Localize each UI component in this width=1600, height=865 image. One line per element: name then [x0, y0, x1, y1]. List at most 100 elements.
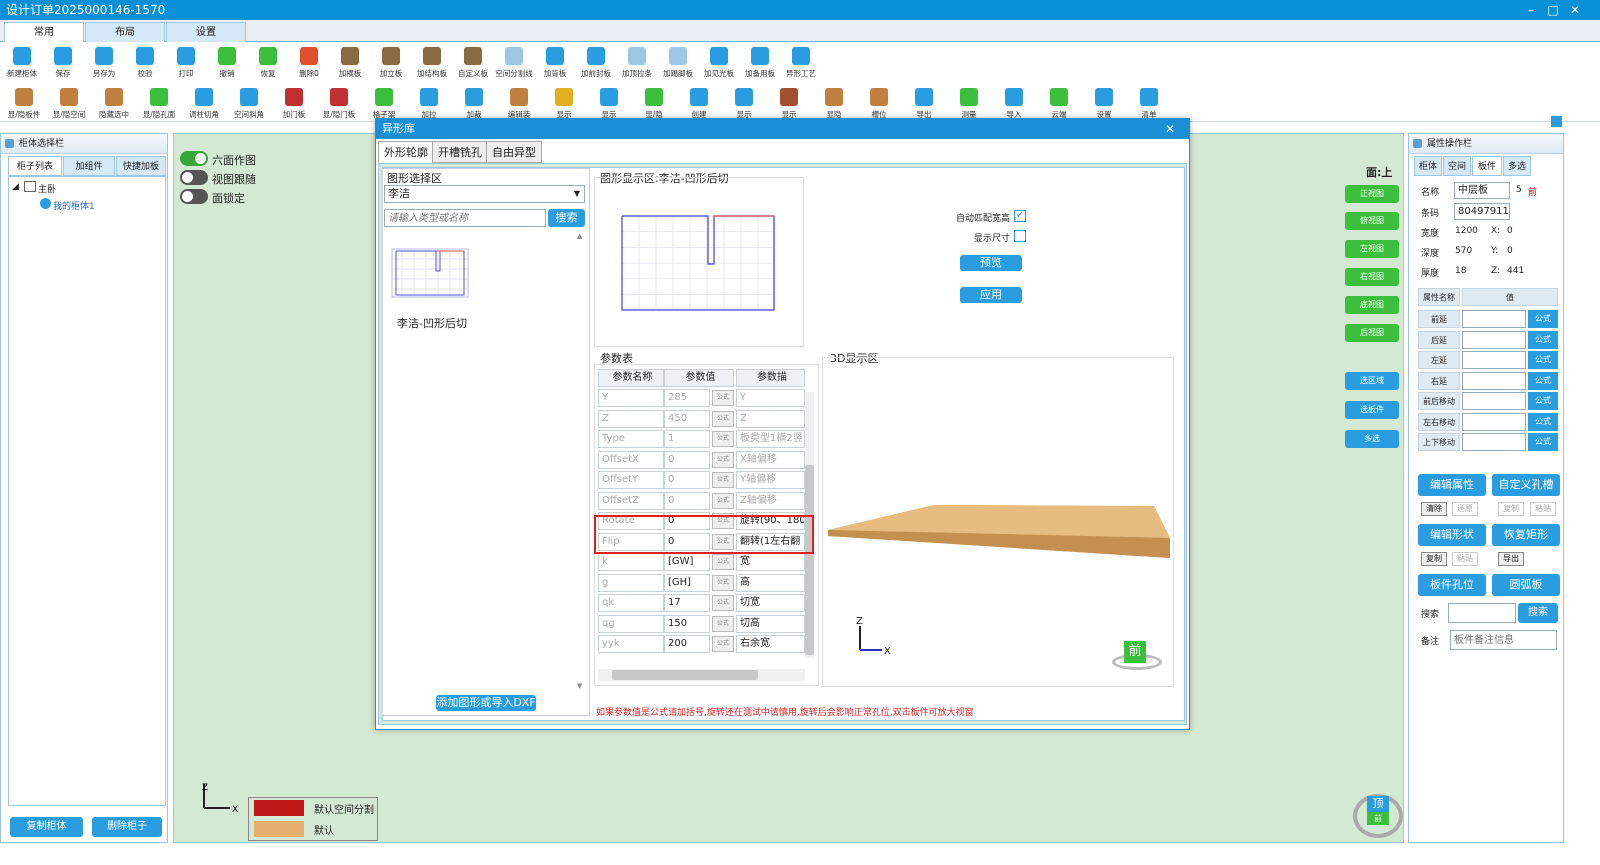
hole-position-button[interactable]: 板件孔位: [1418, 574, 1486, 596]
toolbar-button[interactable]: 撤销: [207, 47, 247, 79]
close-button[interactable]: ✕: [1564, 0, 1586, 20]
right-view-button[interactable]: 右视图: [1345, 268, 1399, 286]
toolbar-button[interactable]: 设置: [1084, 88, 1124, 120]
tab-multi[interactable]: 多选: [1503, 156, 1531, 176]
barcode-field[interactable]: 80497911: [1454, 203, 1510, 220]
toolbar-button[interactable]: 删除0: [289, 47, 329, 79]
param-formula-button[interactable]: 公式: [712, 451, 734, 468]
toolbar-button[interactable]: 加备用板: [740, 47, 780, 79]
shape-thumbnail[interactable]: [390, 245, 472, 301]
param-formula-button[interactable]: 公式: [712, 431, 734, 447]
toolbar-button[interactable]: 导入: [994, 88, 1034, 120]
param-value-input[interactable]: [GW]: [664, 553, 710, 571]
left-view-button[interactable]: 左视图: [1345, 240, 1399, 258]
param-value-input[interactable]: 0: [664, 450, 710, 469]
view-cube-front[interactable]: 前: [1367, 812, 1389, 825]
attr-value-input[interactable]: [1462, 351, 1526, 369]
toolbar-button[interactable]: 显示: [724, 88, 764, 120]
custom-hole-button[interactable]: 自定义孔槽: [1492, 474, 1560, 496]
tab-free-shape[interactable]: 自由异型: [486, 141, 542, 163]
toolbar-button[interactable]: 槽位: [859, 88, 899, 120]
toolbar-button[interactable]: 显/隐板件: [4, 88, 44, 120]
toolbar-button[interactable]: 加横板: [330, 47, 370, 79]
list-scroll-down-icon[interactable]: ▼: [577, 682, 582, 690]
attr-formula-button[interactable]: 公式: [1528, 351, 1558, 369]
minimize-button[interactable]: –: [1520, 0, 1542, 20]
attr-formula-button[interactable]: 公式: [1528, 433, 1558, 451]
toolbar-button[interactable]: 加裁: [454, 88, 494, 120]
tab-groove[interactable]: 开槽铣孔: [432, 141, 488, 163]
ribbon-tab-layout[interactable]: 布局: [85, 22, 165, 42]
param-value-input[interactable]: 0: [664, 491, 710, 510]
shape-item-label[interactable]: 李洁-凹形后切: [397, 315, 467, 331]
param-formula-button[interactable]: 公式: [712, 574, 734, 591]
toolbar-button[interactable]: 加前封板: [576, 47, 616, 79]
attr-value-input[interactable]: [1462, 412, 1526, 431]
ribbon-tab-common[interactable]: 常用: [4, 22, 84, 42]
attr-formula-button[interactable]: 公式: [1528, 392, 1558, 410]
param-formula-button[interactable]: 公式: [712, 615, 734, 632]
toolbar-button[interactable]: 显/隐门板: [319, 88, 359, 120]
toolbar-button[interactable]: 校验: [125, 47, 165, 79]
toolbar-button[interactable]: 另存为: [84, 47, 124, 79]
attr-formula-button[interactable]: 公式: [1528, 310, 1558, 328]
board-search-input[interactable]: [1448, 603, 1516, 623]
back-view-button[interactable]: 后视图: [1345, 324, 1399, 342]
toolbar-button[interactable]: 显示: [769, 88, 809, 120]
restore-button[interactable]: 还原: [1452, 502, 1478, 516]
param-formula-button[interactable]: 公式: [712, 492, 734, 509]
toolbar-button[interactable]: 恢复: [248, 47, 288, 79]
param-formula-button[interactable]: 公式: [712, 410, 734, 427]
toolbar-button[interactable]: 显/隐: [634, 88, 674, 120]
copy-attr-button[interactable]: 复制: [1498, 502, 1524, 516]
board-3d-model[interactable]: [824, 500, 1174, 565]
toolbar-button[interactable]: 新建柜体: [2, 47, 42, 79]
category-select[interactable]: 李洁 ▼: [384, 185, 585, 203]
paste-shape-button[interactable]: 粘贴: [1452, 552, 1478, 566]
toolbar-button[interactable]: 清单: [1129, 88, 1169, 120]
toolbar-button[interactable]: 编辑装: [499, 88, 539, 120]
attr-formula-button[interactable]: 公式: [1528, 371, 1558, 390]
ribbon-expand-icon[interactable]: [1551, 116, 1562, 127]
tab-space[interactable]: 空间: [1443, 156, 1471, 176]
export-shape-button[interactable]: 导出: [1498, 552, 1524, 566]
top-view-button[interactable]: 俯视图: [1345, 212, 1399, 230]
six-face-toggle[interactable]: [180, 151, 208, 166]
toolbar-button[interactable]: 显/隐孔面: [139, 88, 179, 120]
list-scroll-up-icon[interactable]: ▲: [577, 232, 582, 240]
tab-board[interactable]: 板件: [1472, 156, 1502, 176]
arc-board-button[interactable]: 圆弧板: [1492, 574, 1560, 596]
param-formula-button[interactable]: 公式: [712, 472, 734, 488]
toolbar-button[interactable]: 打印: [166, 47, 206, 79]
select-board-button[interactable]: 选板件: [1345, 401, 1399, 419]
tree-node-room[interactable]: 主卧: [38, 182, 56, 195]
param-value-input[interactable]: 1: [664, 430, 710, 448]
toolbar-button[interactable]: 显示: [589, 88, 629, 120]
toolbar-button[interactable]: 保存: [43, 47, 83, 79]
view3d-cube-front[interactable]: 前: [1124, 641, 1146, 663]
board-name-field[interactable]: 中层板: [1454, 182, 1510, 199]
toolbar-button[interactable]: 显示: [544, 88, 584, 120]
toolbar-button[interactable]: 空间分割线: [494, 47, 534, 79]
param-value-input[interactable]: [GH]: [664, 573, 710, 592]
param-value-input[interactable]: 0: [664, 471, 710, 489]
maximize-button[interactable]: □: [1542, 0, 1564, 20]
toolbar-button[interactable]: 创建: [679, 88, 719, 120]
board-search-button[interactable]: 搜索: [1518, 603, 1558, 623]
edit-shape-button[interactable]: 编辑形状: [1418, 524, 1486, 546]
multi-select-button[interactable]: 多选: [1345, 430, 1399, 448]
tab-cabinet[interactable]: 柜体: [1414, 156, 1442, 176]
add-shape-button[interactable]: 添加图形或导入DXF: [436, 695, 536, 711]
tab-quick-board[interactable]: 快捷加板: [116, 156, 166, 176]
tab-add-component[interactable]: 加组件: [63, 156, 115, 176]
auto-match-checkbox[interactable]: ✓: [1014, 210, 1026, 222]
front-view-button[interactable]: 正视图: [1345, 185, 1399, 203]
board-note-input[interactable]: [1450, 630, 1557, 650]
ribbon-tab-settings[interactable]: 设置: [166, 22, 246, 42]
select-area-button[interactable]: 选区域: [1345, 372, 1399, 390]
bottom-view-button[interactable]: 底视图: [1345, 296, 1399, 314]
attr-value-input[interactable]: [1462, 392, 1526, 410]
toolbar-button[interactable]: 加门板: [274, 88, 314, 120]
toolbar-button[interactable]: 加拉: [409, 88, 449, 120]
toolbar-button[interactable]: 显/隐空间: [49, 88, 89, 120]
